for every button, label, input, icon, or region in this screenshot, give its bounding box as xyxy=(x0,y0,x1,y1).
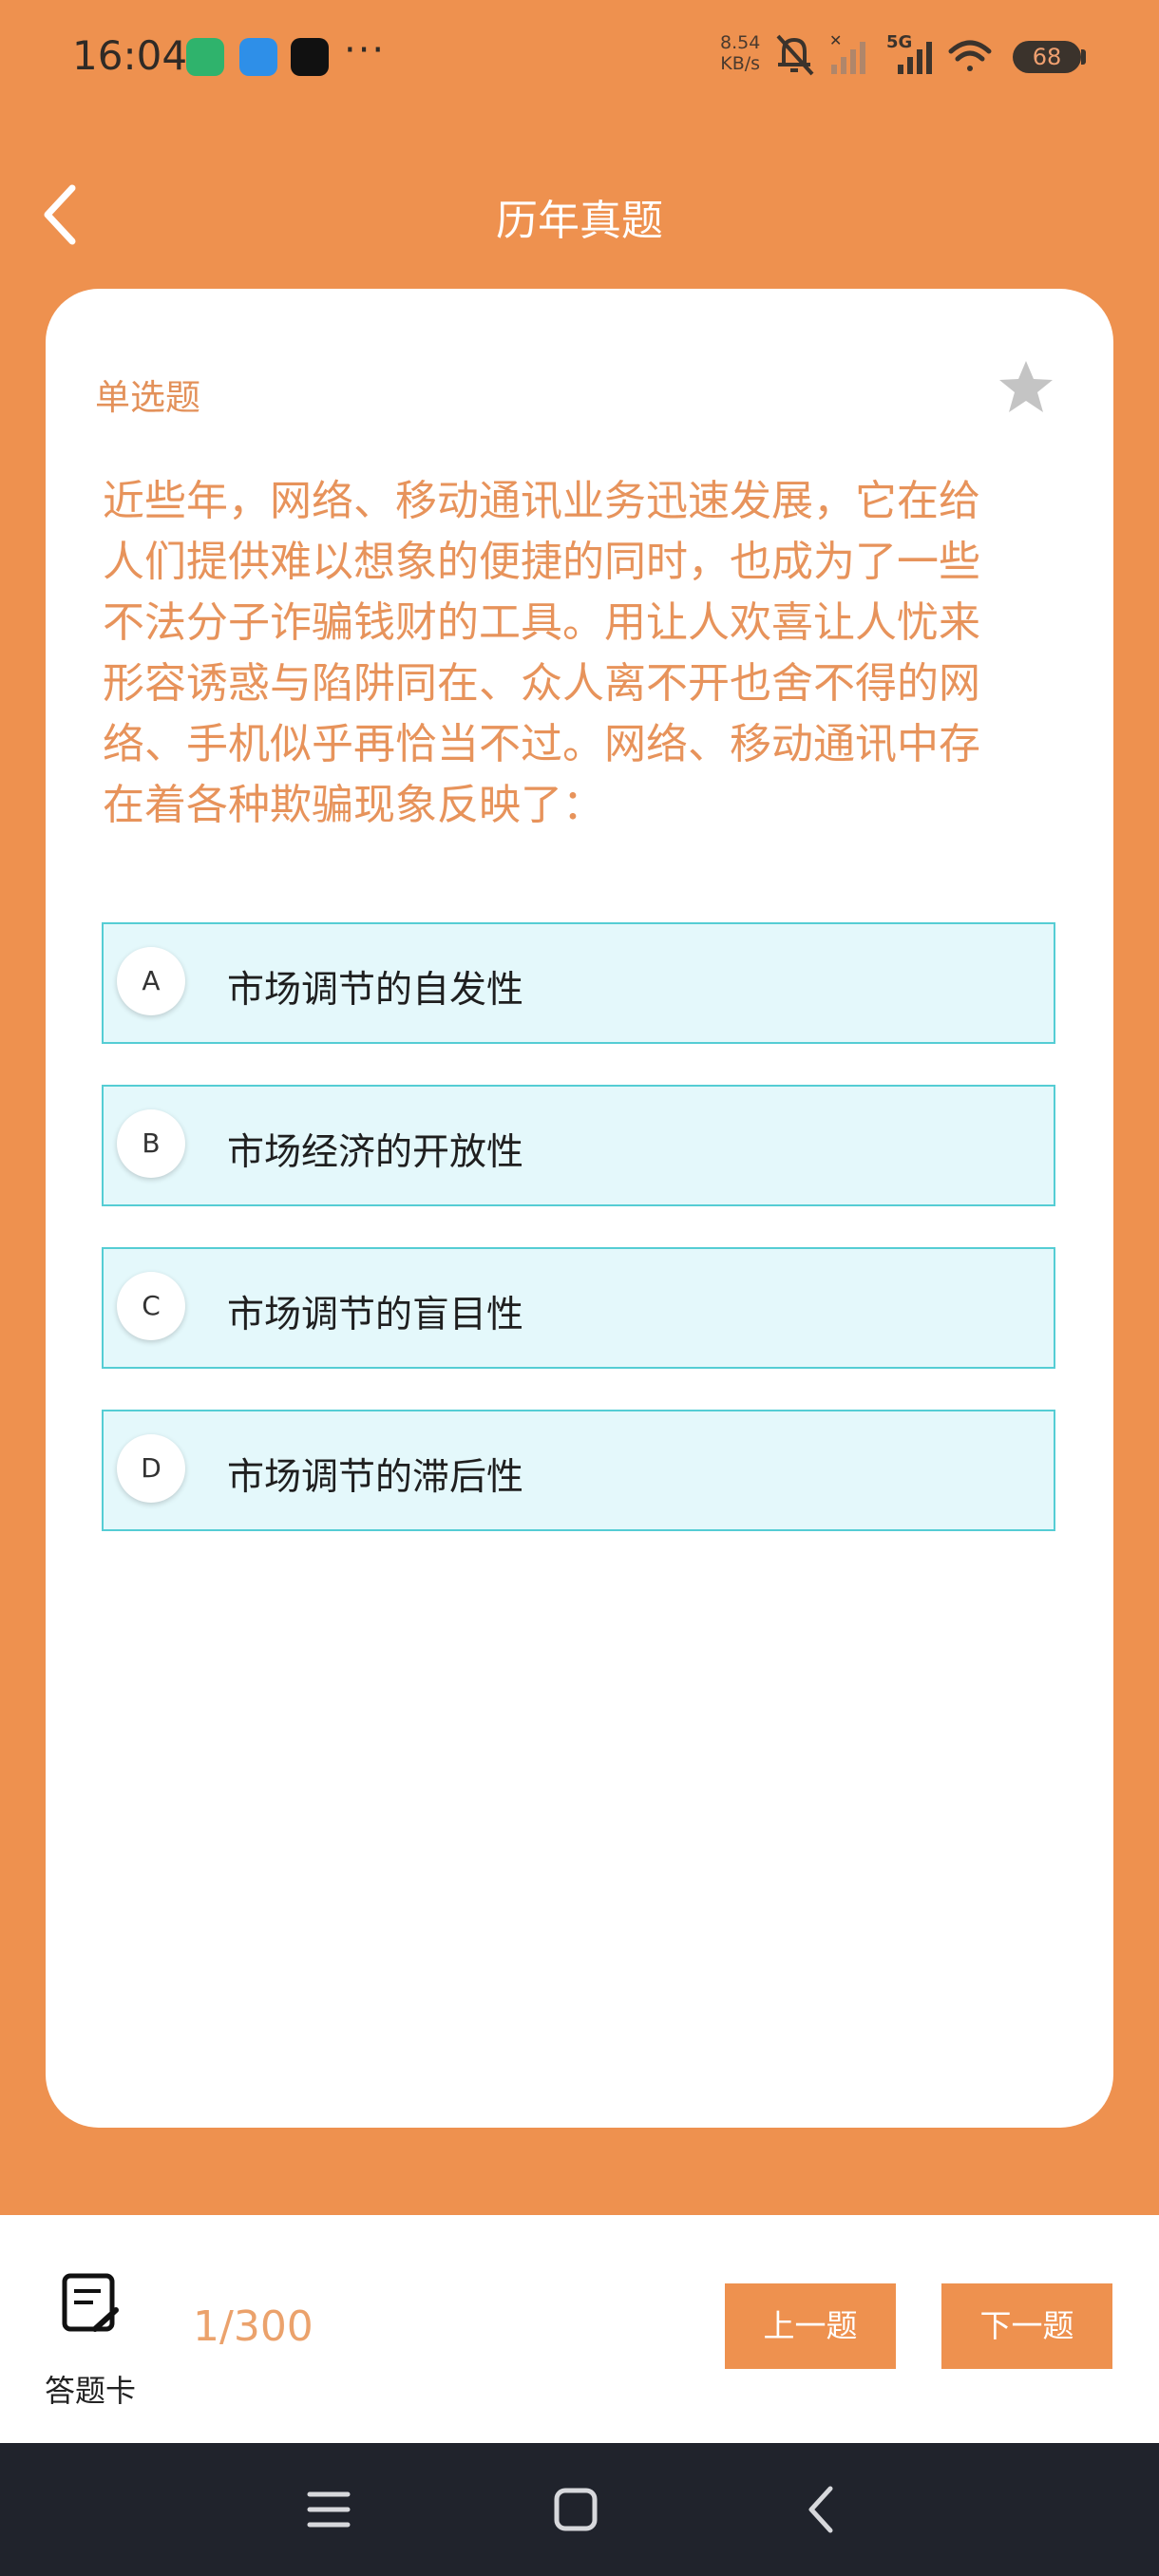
back-chevron-icon xyxy=(808,2486,833,2533)
question-type-label: 单选题 xyxy=(95,377,200,418)
option-text: 市场调节的自发性 xyxy=(227,969,524,1012)
question-line: 人们提供难以想象的便捷的同时，也成为了一些 xyxy=(103,538,980,586)
net-speed-unit: KB/s xyxy=(720,53,761,74)
more-notifications-icon: ··· xyxy=(344,28,387,72)
question-progress: 1/300 xyxy=(193,2302,314,2351)
option-text: 市场调节的滞后性 xyxy=(227,1456,524,1499)
page-title: 历年真题 xyxy=(496,197,663,245)
signal-x-icon: ✕ xyxy=(829,32,842,49)
home-square-icon xyxy=(554,2488,598,2531)
option-letter: D xyxy=(117,1434,185,1503)
question-text: 近些年，网络、移动通讯业务迅速发展，它在给 人们提供难以想象的便捷的同时，也成为… xyxy=(103,471,1062,836)
question-line: 近些年，网络、移动通讯业务迅速发展，它在给 xyxy=(103,477,980,525)
previous-question-button[interactable]: 上一题 xyxy=(725,2283,896,2369)
battery-tip xyxy=(1081,49,1086,65)
net-speed-value: 8.54 xyxy=(720,32,761,53)
option-text: 市场经济的开放性 xyxy=(227,1131,524,1174)
option-b[interactable]: B 市场经济的开放性 xyxy=(102,1085,1055,1206)
system-back-button[interactable] xyxy=(794,2481,851,2538)
option-a[interactable]: A 市场调节的自发性 xyxy=(102,922,1055,1044)
next-question-button[interactable]: 下一题 xyxy=(941,2283,1112,2369)
question-line: 在着各种欺骗现象反映了： xyxy=(103,781,604,829)
option-letter: C xyxy=(117,1272,185,1340)
weather-icon xyxy=(239,38,277,76)
status-bar: 16:04 ··· 8.54 KB/s ✕ 5G 68 xyxy=(0,0,1159,114)
star-icon xyxy=(999,361,1053,412)
net-speed: 8.54 KB/s xyxy=(720,32,760,74)
wifi-icon xyxy=(948,40,992,71)
question-line: 形容诱惑与陷阱同在、众人离不开也舍不得的网 xyxy=(103,659,980,708)
home-button[interactable] xyxy=(547,2481,604,2538)
option-text: 市场调节的盲目性 xyxy=(227,1294,524,1336)
answer-sheet-icon xyxy=(62,2273,119,2332)
option-d[interactable]: D 市场调节的滞后性 xyxy=(102,1410,1055,1531)
answer-card-button[interactable]: 答题卡 xyxy=(38,2272,142,2409)
option-c[interactable]: C 市场调节的盲目性 xyxy=(102,1247,1055,1369)
bottom-action-bar: 答题卡 1/300 上一题 下一题 xyxy=(0,2215,1159,2443)
favorite-button[interactable] xyxy=(996,357,1056,418)
question-line: 络、手机似乎再恰当不过。网络、移动通讯中存 xyxy=(103,720,980,768)
question-card: 单选题 近些年，网络、移动通讯业务迅速发展，它在给 人们提供难以想象的便捷的同时… xyxy=(46,289,1113,2128)
tiktok-icon xyxy=(291,38,329,76)
option-letter: B xyxy=(117,1109,185,1178)
recent-apps-button[interactable] xyxy=(300,2481,357,2538)
status-time: 16:04 xyxy=(72,32,188,79)
question-line: 不法分子诈骗钱财的工具。用让人欢喜让人忧来 xyxy=(103,598,980,647)
android-icon xyxy=(186,38,224,76)
mute-icon xyxy=(776,34,814,76)
menu-icon xyxy=(307,2491,351,2528)
network-label: 5G xyxy=(886,32,912,52)
option-letter: A xyxy=(117,947,185,1015)
battery-icon: 68 xyxy=(1013,41,1081,73)
system-navigation-bar xyxy=(0,2443,1159,2576)
answer-card-label: 答题卡 xyxy=(44,2373,136,2409)
